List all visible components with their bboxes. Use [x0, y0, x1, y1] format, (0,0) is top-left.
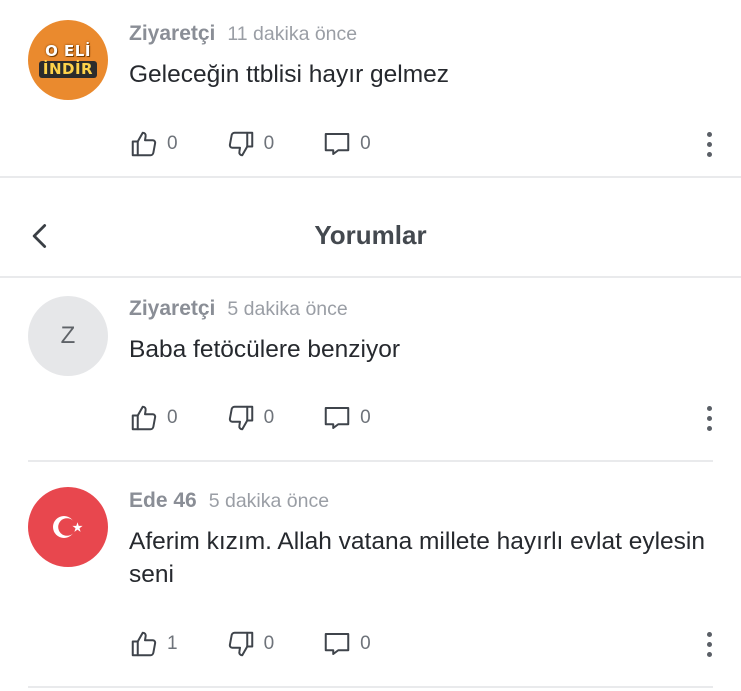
dislike-button[interactable]: 0 — [226, 403, 275, 433]
more-options-button[interactable] — [699, 403, 719, 433]
comment-bubble-icon — [324, 407, 350, 429]
avatar[interactable]: Z — [28, 296, 108, 376]
thumbs-up-icon — [131, 405, 157, 431]
reply-count: 0 — [360, 133, 371, 154]
thumbs-up-icon — [131, 631, 157, 657]
comment-actions: 1 0 0 — [129, 629, 419, 659]
author-name: Ziyaretçi — [129, 297, 216, 320]
like-button[interactable]: 0 — [129, 403, 178, 433]
dislike-count: 0 — [263, 633, 275, 654]
page-title: Yorumlar — [314, 220, 427, 250]
avatar[interactable]: O ELİ İNDİR — [28, 20, 108, 100]
avatar-logo-line2: İNDİR — [38, 60, 98, 78]
like-count: 0 — [167, 133, 178, 154]
more-options-button[interactable] — [699, 129, 719, 159]
more-vertical-icon — [706, 131, 712, 137]
turkish-flag-icon — [53, 516, 83, 538]
comment-author[interactable]: Ede 46 5 dakika önce — [129, 489, 329, 513]
reply-count: 0 — [360, 633, 371, 654]
avatar[interactable] — [28, 487, 108, 567]
comments-header: Yorumlar — [0, 192, 741, 280]
avatar-letter: Z — [60, 322, 76, 349]
thumbs-down-icon — [228, 405, 253, 431]
avatar-logo-line1: O ELİ — [45, 41, 91, 60]
comment-time: 5 dakika önce — [227, 298, 348, 320]
divider — [0, 276, 741, 278]
comment-text: Geleceğin ttblisi hayır gelmez — [129, 61, 450, 88]
thumbs-down-icon — [228, 131, 253, 157]
divider — [28, 460, 713, 462]
like-count: 1 — [167, 633, 178, 654]
comment-time: 5 dakika önce — [208, 490, 330, 512]
reply-button[interactable]: 0 — [322, 629, 371, 659]
like-button[interactable]: 0 — [129, 129, 178, 159]
comment-author[interactable]: Ziyaretçi 5 dakika önce — [129, 297, 348, 321]
like-button[interactable]: 1 — [129, 629, 178, 659]
like-count: 0 — [167, 407, 178, 428]
more-vertical-icon — [706, 405, 712, 411]
reply-button[interactable]: 0 — [322, 403, 371, 433]
comment-actions: 0 0 0 — [129, 403, 419, 433]
divider — [0, 176, 741, 178]
author-name: Ziyaretçi — [129, 22, 216, 45]
thumbs-down-icon — [228, 631, 253, 657]
comment-text: Aferim kızım. Allah vatana millete hayır… — [129, 528, 705, 588]
thumbs-up-icon — [131, 131, 157, 157]
reply-button[interactable]: 0 — [322, 129, 371, 159]
comment-text: Baba fetöcülere benziyor — [129, 336, 401, 363]
more-vertical-icon — [706, 631, 712, 637]
dislike-button[interactable]: 0 — [226, 129, 275, 159]
more-options-button[interactable] — [699, 629, 719, 659]
dislike-button[interactable]: 0 — [226, 629, 275, 659]
comment-bubble-icon — [324, 633, 350, 655]
comment-actions: 0 0 0 — [129, 129, 419, 159]
comment-author[interactable]: Ziyaretçi 11 dakika önce — [129, 22, 357, 46]
comment-bubble-icon — [324, 133, 350, 155]
dislike-count: 0 — [263, 133, 275, 154]
author-name: Ede 46 — [129, 489, 197, 512]
dislike-count: 0 — [263, 407, 275, 428]
divider — [28, 686, 713, 688]
comment-time: 11 dakika önce — [227, 23, 358, 45]
reply-count: 0 — [360, 407, 371, 428]
